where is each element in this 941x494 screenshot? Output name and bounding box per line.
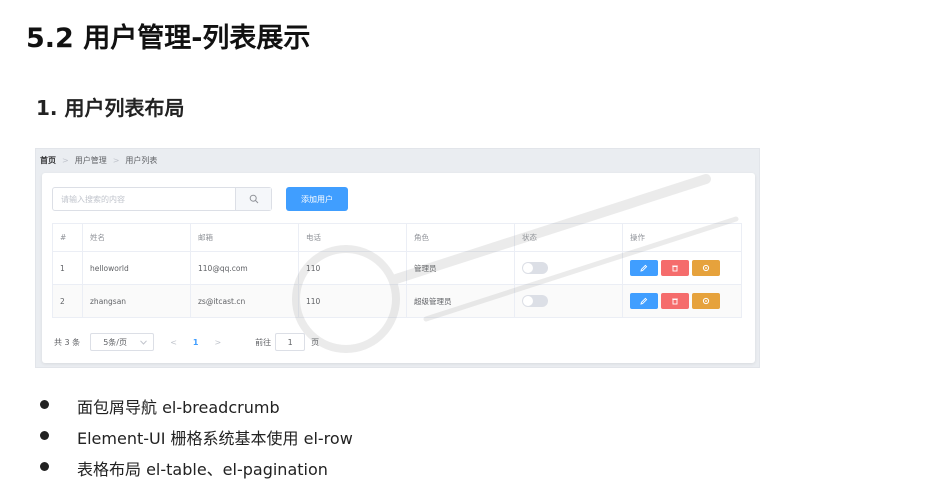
table-header-row: # 姓名 邮箱 电话 角色 状态 操作 — [52, 223, 742, 252]
cell-status — [514, 284, 623, 318]
cell-phone: 110 — [298, 284, 407, 318]
search-input[interactable] — [53, 188, 237, 210]
settings-icon — [702, 264, 710, 272]
page-size-select[interactable]: 5条/页 — [90, 333, 155, 351]
search-box — [52, 187, 272, 211]
goto-label: 前往 — [255, 337, 272, 347]
column-header-name: 姓名 — [82, 223, 191, 252]
settings-button[interactable] — [692, 293, 720, 309]
cell-index: 1 — [52, 251, 83, 285]
breadcrumb-separator: > — [62, 156, 69, 165]
ui-screenshot: 首页 > 用户管理 > 用户列表 添加用户 # 姓名 邮箱 电话 角色 — [35, 148, 760, 368]
bullet-icon — [40, 431, 49, 440]
cell-name: helloworld — [82, 251, 191, 285]
add-user-button[interactable]: 添加用户 — [286, 187, 348, 211]
switch-knob — [523, 263, 533, 273]
breadcrumb-separator: > — [112, 156, 120, 165]
cell-email: 110@qq.com — [190, 251, 299, 285]
pagination-total: 共 3 条 — [54, 337, 81, 347]
delete-icon — [672, 298, 678, 305]
page-title: 5.2 用户管理-列表展示 — [26, 23, 311, 54]
pagination: 共 3 条 5条/页 < 1 > 前往 1 页 — [54, 333, 319, 351]
search-button[interactable] — [235, 188, 271, 210]
edit-icon — [640, 297, 648, 305]
status-switch[interactable] — [522, 295, 548, 307]
column-header-status: 状态 — [514, 223, 623, 252]
goto-page-suffix: 页 — [311, 337, 320, 347]
list-item-text: Element-UI 栅格系统基本使用 el-row — [77, 429, 353, 448]
cell-role: 超级管理员 — [406, 284, 515, 318]
cell-role: 管理员 — [406, 251, 515, 285]
column-header-phone: 电话 — [298, 223, 407, 252]
page-size-value: 5条/页 — [103, 337, 127, 347]
goto-page-input[interactable]: 1 — [275, 333, 306, 351]
status-switch[interactable] — [522, 262, 548, 274]
breadcrumb: 首页 > 用户管理 > 用户列表 — [40, 155, 157, 166]
column-header-actions: 操作 — [622, 223, 742, 252]
user-table: # 姓名 邮箱 电话 角色 状态 操作 1 helloworld 110@qq.… — [52, 223, 742, 318]
column-header-index: # — [52, 223, 83, 252]
cell-name: zhangsan — [82, 284, 191, 318]
edit-button[interactable] — [630, 260, 658, 276]
slide: 5.2 用户管理-列表展示 1. 用户列表布局 首页 > 用户管理 > 用户列表 添加用… — [0, 0, 941, 494]
next-page-button[interactable]: > — [214, 338, 221, 347]
list-item-text: 表格布局 el-table、el-pagination — [77, 460, 328, 479]
bullet-icon — [40, 462, 49, 471]
section-title: 1. 用户列表布局 — [36, 96, 185, 120]
edit-button[interactable] — [630, 293, 658, 309]
switch-knob — [523, 296, 533, 306]
cell-actions — [622, 284, 742, 318]
breadcrumb-user-management: 用户管理 — [74, 156, 107, 165]
prev-page-button[interactable]: < — [170, 338, 177, 347]
settings-button[interactable] — [692, 260, 720, 276]
cell-status — [514, 251, 623, 285]
page-number-current[interactable]: 1 — [193, 338, 199, 347]
column-header-role: 角色 — [406, 223, 515, 252]
table-row: 2 zhangsan zs@itcast.cn 110 超级管理员 — [52, 284, 742, 318]
cell-actions — [622, 251, 742, 285]
search-icon — [249, 194, 258, 204]
breadcrumb-user-list: 用户列表 — [125, 156, 158, 165]
breadcrumb-home[interactable]: 首页 — [40, 156, 56, 165]
bullet-icon — [40, 400, 49, 409]
delete-button[interactable] — [661, 260, 689, 276]
cell-index: 2 — [52, 284, 83, 318]
cell-email: zs@itcast.cn — [190, 284, 299, 318]
delete-button[interactable] — [661, 293, 689, 309]
settings-icon — [702, 297, 710, 305]
user-list-card: 添加用户 # 姓名 邮箱 电话 角色 状态 操作 1 — [42, 173, 755, 363]
chevron-down-icon — [140, 339, 148, 345]
list-item-text: 面包屑导航 el-breadcrumb — [77, 398, 280, 417]
column-header-email: 邮箱 — [190, 223, 299, 252]
cell-phone: 110 — [298, 251, 407, 285]
table-row: 1 helloworld 110@qq.com 110 管理员 — [52, 251, 742, 285]
edit-icon — [640, 264, 648, 272]
delete-icon — [672, 265, 678, 272]
